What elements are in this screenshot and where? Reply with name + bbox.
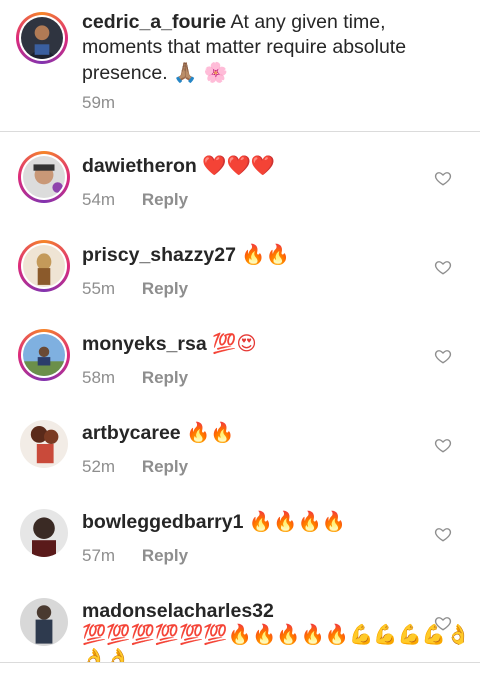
reply-button[interactable]: Reply (142, 190, 188, 209)
comment-avatar[interactable] (20, 420, 68, 468)
avatar-image (21, 17, 63, 59)
heart-outline-icon[interactable] (434, 525, 452, 543)
comment-username[interactable]: artbycaree (82, 422, 181, 444)
heart-outline-icon[interactable] (434, 436, 452, 454)
bottom-divider (0, 662, 480, 663)
comment-meta: 57m Reply (82, 546, 188, 566)
comment-username[interactable]: dawietheron (82, 155, 197, 177)
heart-outline-icon[interactable] (434, 347, 452, 365)
avatar-image (20, 420, 68, 468)
comment-text: ❤️❤️❤️ (202, 154, 276, 177)
comment-timestamp: 54m (82, 190, 116, 209)
comment-avatar[interactable] (18, 329, 70, 381)
comment-item: madonselacharles32 💯💯💯💯💯💯🔥🔥🔥🔥🔥💪💪💪💪👌👌👌 (0, 585, 480, 662)
avatar-image (20, 598, 68, 646)
comment-avatar[interactable] (18, 240, 70, 292)
reply-button[interactable]: Reply (142, 457, 188, 476)
comment-item: priscy_shazzy27 🔥🔥 55m Reply (0, 229, 480, 318)
comment-username[interactable]: priscy_shazzy27 (82, 244, 236, 266)
caption-timestamp: 59m (82, 93, 116, 112)
caption-text: cedric_a_fourie At any given time, momen… (82, 10, 466, 86)
comment-item: monyeks_rsa 💯😍 58m Reply (0, 318, 480, 407)
comment-avatar[interactable] (18, 151, 70, 203)
comment-avatar[interactable] (20, 598, 68, 646)
post-caption: cedric_a_fourie At any given time, momen… (0, 0, 480, 131)
comment-text: 🔥🔥 (186, 421, 235, 444)
heart-outline-icon[interactable] (434, 614, 452, 632)
comment-item: dawietheron ❤️❤️❤️ 54m Reply (0, 140, 480, 229)
avatar-image (20, 509, 68, 557)
comment-avatar[interactable] (20, 509, 68, 557)
caption-divider (0, 131, 480, 132)
comment-content: monyeks_rsa 💯😍 (82, 332, 257, 356)
comment-item: bowleggedbarry1 🔥🔥🔥🔥 57m Reply (0, 496, 480, 585)
comment-timestamp: 58m (82, 368, 116, 387)
caption-username[interactable]: cedric_a_fourie (82, 11, 226, 33)
heart-outline-icon[interactable] (434, 169, 452, 187)
comment-content: priscy_shazzy27 🔥🔥 (82, 243, 290, 267)
comment-timestamp: 57m (82, 546, 116, 565)
comment-meta: 55m Reply (82, 279, 188, 299)
comment-username[interactable]: madonselacharles32 (82, 600, 274, 622)
comment-timestamp: 52m (82, 457, 116, 476)
comment-item: artbycaree 🔥🔥 52m Reply (0, 407, 480, 496)
comment-text: 💯😍 (212, 332, 257, 355)
comment-meta: 52m Reply (82, 457, 188, 477)
avatar-image (23, 334, 65, 376)
comment-timestamp: 55m (82, 279, 116, 298)
comment-username[interactable]: monyeks_rsa (82, 333, 207, 355)
comment-content: artbycaree 🔥🔥 (82, 421, 235, 445)
comment-meta: 54m Reply (82, 190, 188, 210)
comment-text: 🔥🔥🔥🔥 (248, 510, 347, 533)
comment-content: bowleggedbarry1 🔥🔥🔥🔥 (82, 510, 346, 534)
comment-meta: 58m Reply (82, 368, 188, 388)
comment-text: 🔥🔥 (241, 243, 290, 266)
heart-outline-icon[interactable] (434, 258, 452, 276)
caption-avatar[interactable] (16, 12, 68, 64)
reply-button[interactable]: Reply (142, 368, 188, 387)
avatar-image (23, 156, 65, 198)
comment-username[interactable]: bowleggedbarry1 (82, 511, 243, 533)
caption-emoji: 🙏🏽 🌸 (173, 61, 228, 84)
reply-button[interactable]: Reply (142, 546, 188, 565)
comment-content: dawietheron ❤️❤️❤️ (82, 154, 275, 178)
reply-button[interactable]: Reply (142, 279, 188, 298)
comment-text: 💯💯💯💯💯💯🔥🔥🔥🔥🔥💪💪💪💪👌👌👌 (82, 623, 471, 662)
avatar-image (23, 245, 65, 287)
comment-content: madonselacharles32 💯💯💯💯💯💯🔥🔥🔥🔥🔥💪💪💪💪👌👌👌 (82, 599, 472, 662)
